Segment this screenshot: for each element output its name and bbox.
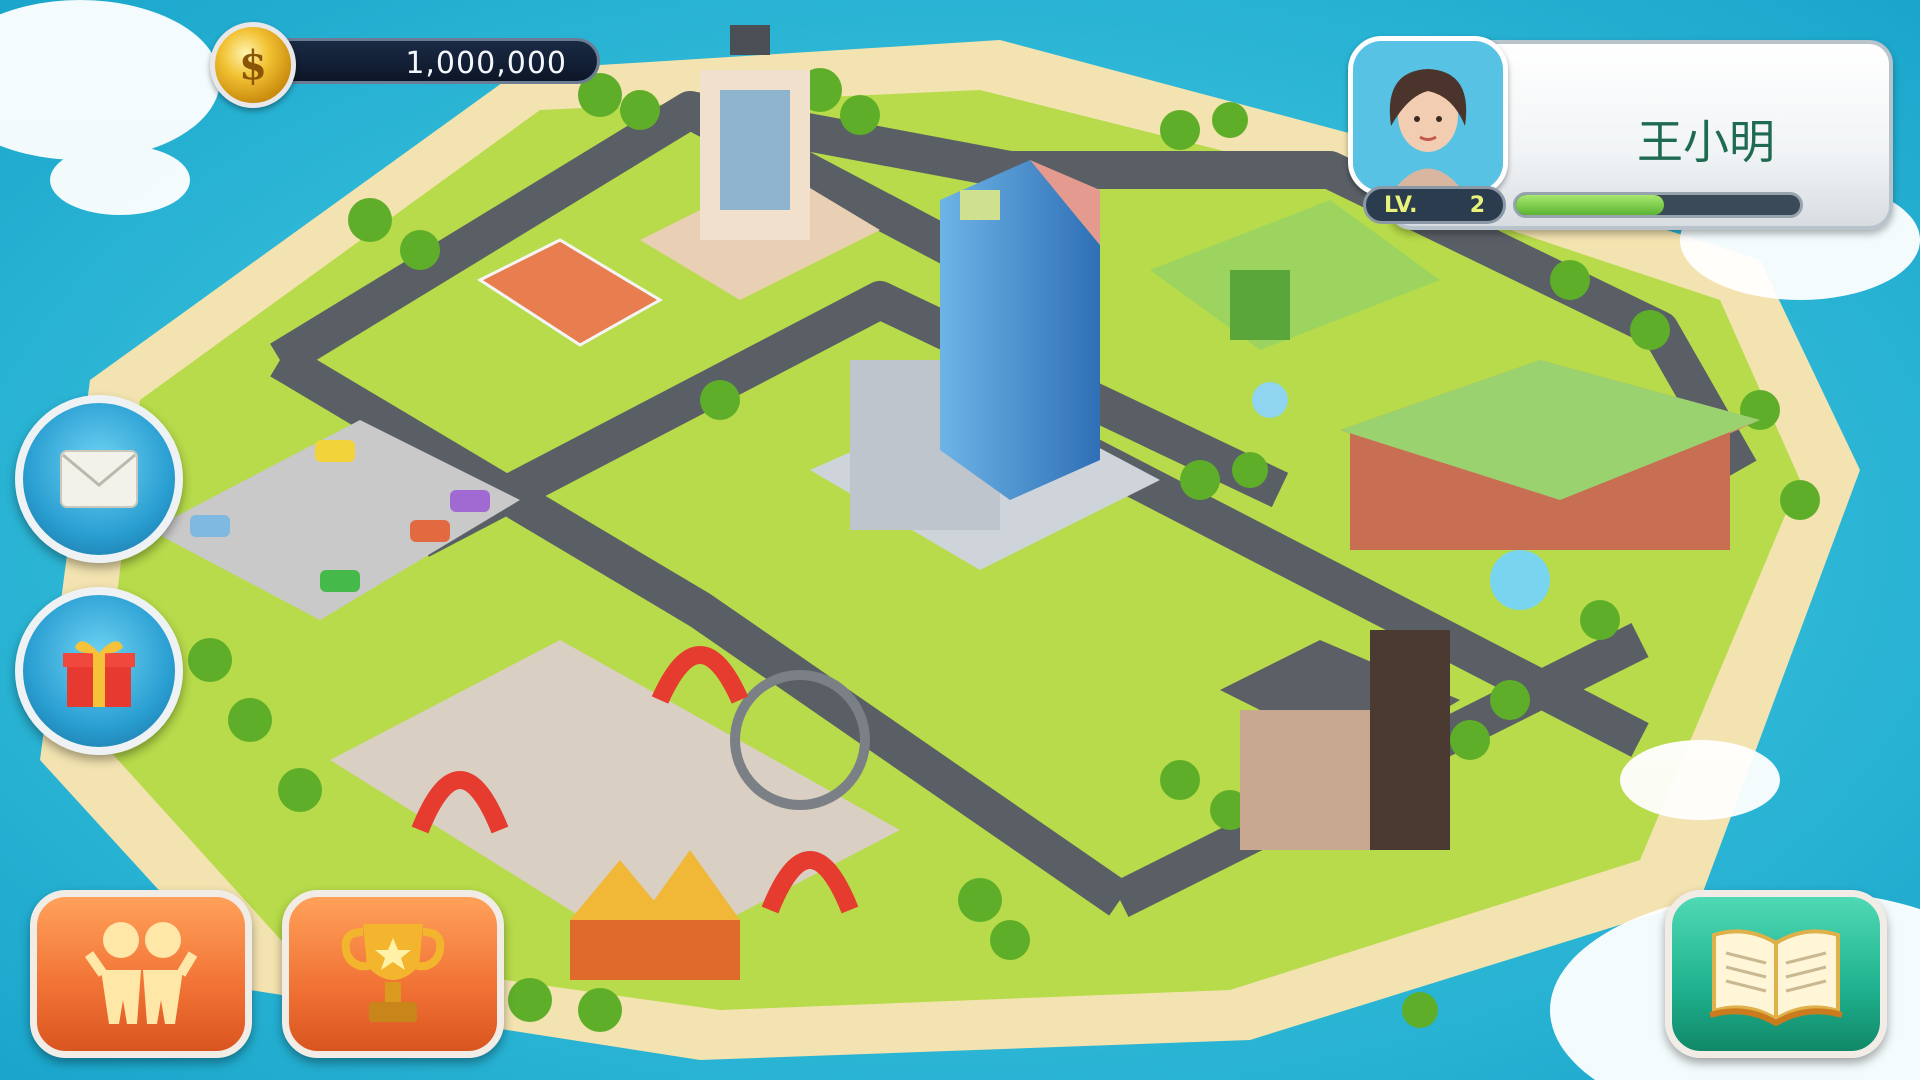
level-label: LV. [1384,192,1418,218]
xp-progress-bar [1513,192,1803,218]
xp-progress-fill [1516,195,1664,215]
mail-icon [60,450,138,508]
book-button[interactable] [1665,890,1887,1058]
gift-icon [63,641,135,707]
trophy-button[interactable] [282,890,504,1058]
friends-button[interactable] [30,890,252,1058]
friends-icon [84,922,198,1024]
trophy-icon [341,924,445,1022]
coin-counter: 1,000,000 $ [210,22,605,108]
book-icon [1709,929,1843,1027]
coin-amount: 1,000,000 [405,46,567,81]
gift-button[interactable] [15,587,183,755]
mail-button[interactable] [15,395,183,563]
player-name: 王小明 [1637,115,1775,169]
coin-counter-track: 1,000,000 [250,38,600,84]
level-badge: LV. 2 [1363,186,1506,224]
level-number: 2 [1469,192,1485,218]
coin-icon: $ [210,22,296,108]
player-profile-card[interactable]: 王小明 LV. 2 [1348,36,1896,236]
avatar[interactable] [1348,36,1508,196]
avatar-portrait [1353,41,1503,191]
